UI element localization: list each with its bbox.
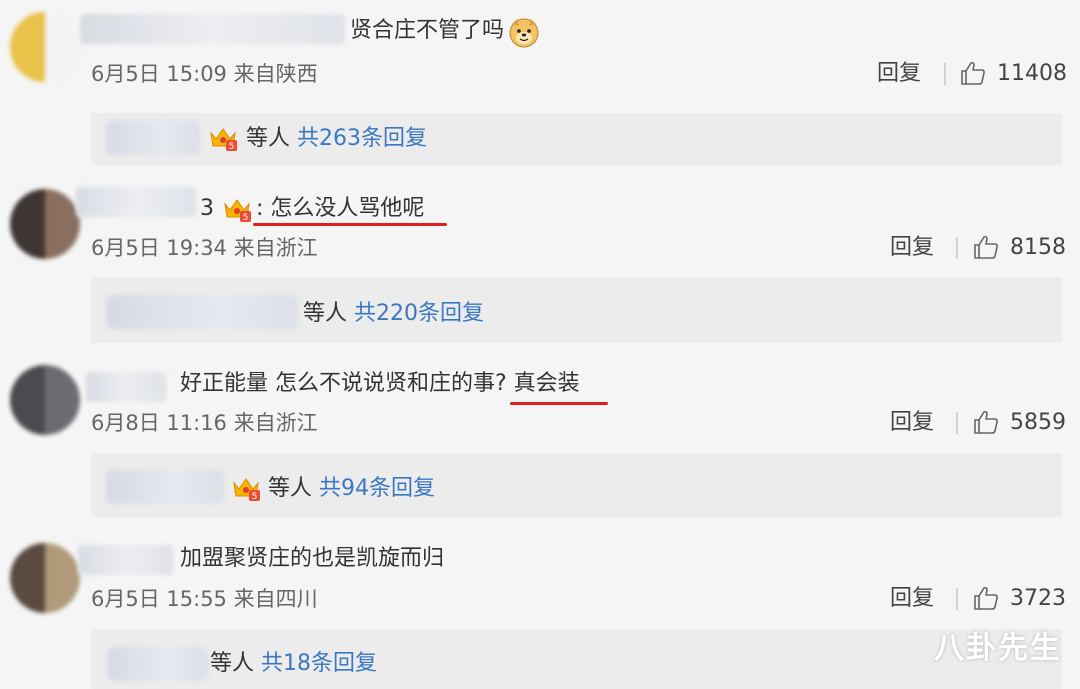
username-blurred[interactable] <box>78 545 173 575</box>
comment-meta: 6月5日 15:09 来自陕西 <box>91 62 318 86</box>
svg-text:5: 5 <box>243 213 249 223</box>
reply-button[interactable]: 回复 <box>890 233 934 263</box>
svg-text:5: 5 <box>252 492 258 502</box>
comment-text: 加盟聚贤庄的也是凯旋而归 <box>180 546 445 571</box>
like-count: 3723 <box>1010 586 1066 611</box>
comment-meta: 6月5日 19:34 来自浙江 <box>91 236 318 260</box>
comment-meta: 6月8日 11:16 来自浙江 <box>91 411 318 435</box>
sub-reply-users-blurred <box>108 647 208 681</box>
thumbs-up-icon[interactable] <box>973 409 999 435</box>
comment-item: 3 5 : 怎么没人骂他呢 6月5日 19:34 来自浙江 回复 8158 等人… <box>0 175 1080 350</box>
sub-reply-users-blurred <box>106 295 298 329</box>
username-blurred[interactable] <box>86 372 166 402</box>
avatar[interactable] <box>10 189 80 259</box>
thumbs-up-icon[interactable] <box>973 585 999 611</box>
comment-text: 贤合庄不管了吗 <box>350 18 505 43</box>
doge-emoji-icon <box>509 18 539 48</box>
comment-text: 3 <box>200 196 214 221</box>
sub-reply-count-link[interactable]: 共18条回复 <box>261 651 377 676</box>
divider <box>956 412 958 434</box>
thumbs-up-icon[interactable] <box>960 60 986 86</box>
reply-button[interactable]: 回复 <box>890 408 934 438</box>
avatar[interactable] <box>10 12 80 82</box>
comment-item: 加盟聚贤庄的也是凯旋而归 6月5日 15:55 来自四川 回复 3723 等人 … <box>0 525 1080 689</box>
divider <box>944 63 946 85</box>
highlight-underline <box>510 402 608 405</box>
sub-reply-summary[interactable]: 等人 共94条回复 <box>268 474 435 504</box>
like-count: 8158 <box>1010 235 1066 260</box>
sub-reply-users-blurred <box>106 121 200 155</box>
crown-badge-icon: 5 <box>233 478 260 502</box>
comment-meta: 6月5日 15:55 来自四川 <box>91 587 318 611</box>
like-count: 11408 <box>997 61 1067 86</box>
svg-text:5: 5 <box>229 142 235 152</box>
sub-reply-summary[interactable]: 等人 共220条回复 <box>303 299 484 329</box>
reply-button[interactable]: 回复 <box>877 59 921 89</box>
like-count: 5859 <box>1010 410 1066 435</box>
thumbs-up-icon[interactable] <box>973 234 999 260</box>
crown-badge-icon: 5 <box>210 128 237 152</box>
sub-reply-count-link[interactable]: 共220条回复 <box>354 301 484 326</box>
sub-reply-count-link[interactable]: 共94条回复 <box>319 476 435 501</box>
comment-item: 好正能量 怎么不说说贤和庄的事? 真会装 6月8日 11:16 来自浙江 回复 … <box>0 350 1080 525</box>
sub-reply-users-blurred <box>106 470 224 504</box>
divider <box>956 237 958 259</box>
comment-item: 贤合庄不管了吗 6月5日 15:09 来自陕西 回复 11408 5 等人 共2… <box>0 0 1080 175</box>
sub-reply-count-link[interactable]: 共263条回复 <box>297 126 427 151</box>
sub-reply-summary[interactable]: 等人 共18条回复 <box>210 649 377 679</box>
avatar[interactable] <box>10 543 80 613</box>
divider <box>956 588 958 610</box>
crown-badge-icon: 5 <box>224 199 251 223</box>
reply-button[interactable]: 回复 <box>890 584 934 614</box>
comment-text: : 怎么没人骂他呢 <box>256 196 425 221</box>
avatar[interactable] <box>10 365 80 435</box>
username-blurred[interactable] <box>80 14 345 44</box>
comment-text: 好正能量 怎么不说说贤和庄的事? 真会装 <box>180 371 580 396</box>
sub-reply-summary[interactable]: 等人 共263条回复 <box>246 124 427 154</box>
highlight-underline <box>253 223 447 226</box>
watermark: 八卦先生 <box>934 631 1062 666</box>
username-blurred[interactable] <box>76 187 196 217</box>
